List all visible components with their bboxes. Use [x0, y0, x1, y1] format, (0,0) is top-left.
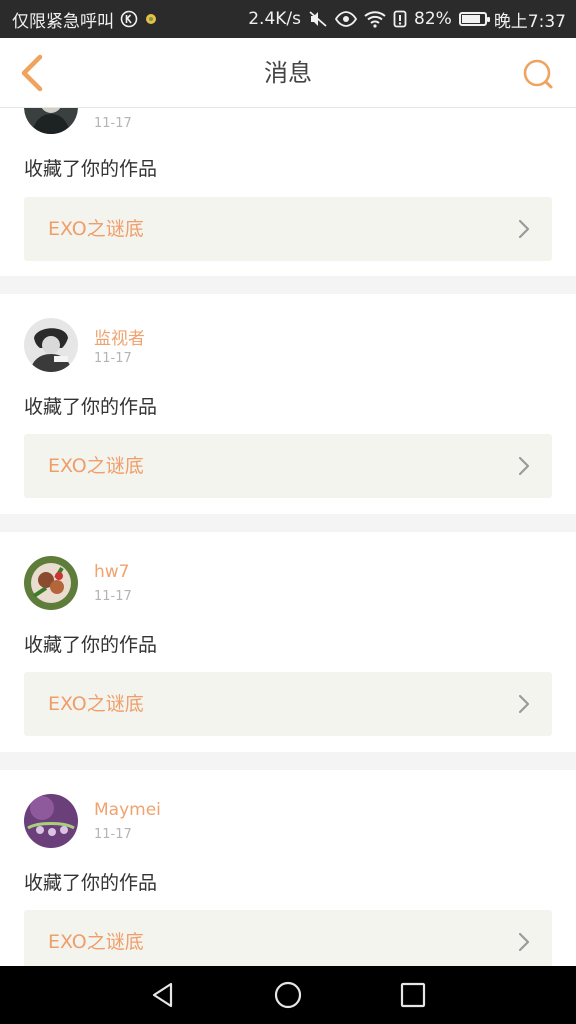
- grayscale-portrait-avatar: [24, 318, 78, 372]
- notification-dot-icon: [144, 12, 158, 26]
- food-plate-avatar: [24, 556, 78, 610]
- timestamp: 11-17: [94, 351, 132, 366]
- divider: [0, 514, 576, 532]
- app-header: 消息: [0, 38, 576, 108]
- work-link[interactable]: EXO之谜底: [24, 910, 552, 966]
- avatar[interactable]: [24, 318, 78, 372]
- dark-portrait-avatar: [24, 108, 78, 134]
- search-button[interactable]: [518, 54, 558, 94]
- k-circle-icon: [120, 10, 138, 28]
- avatar[interactable]: [24, 556, 78, 610]
- mute-icon: [308, 10, 328, 28]
- back-triangle-icon: [152, 982, 172, 1008]
- work-link[interactable]: EXO之谜底: [24, 672, 552, 736]
- username[interactable]: hw7: [94, 562, 130, 582]
- action-text: 收藏了你的作品: [24, 872, 158, 894]
- nav-home-button[interactable]: [263, 970, 313, 1020]
- carrier-text: 仅限紧急呼叫: [12, 11, 114, 32]
- work-title: EXO之谜底: [48, 218, 144, 240]
- list-item[interactable]: hw7 11-17 收藏了你的作品 EXO之谜底: [0, 532, 576, 752]
- alarm-icon: [393, 10, 407, 28]
- divider: [0, 276, 576, 294]
- search-icon: [523, 59, 553, 89]
- eye-icon: [335, 11, 358, 27]
- purple-droplet-avatar: [24, 794, 78, 848]
- avatar[interactable]: [24, 794, 78, 848]
- nav-recents-button[interactable]: [388, 970, 438, 1020]
- network-speed: 2.4K/s: [248, 9, 302, 29]
- username[interactable]: Maymei: [94, 800, 161, 820]
- battery-percent: 82%: [414, 9, 452, 29]
- chevron-right-icon: [518, 219, 530, 239]
- page-title: 消息: [264, 59, 312, 87]
- timestamp: 11-17: [94, 827, 132, 842]
- chevron-right-icon: [518, 932, 530, 952]
- action-text: 收藏了你的作品: [24, 158, 158, 180]
- status-bar: 仅限紧急呼叫 2.4K/s 82% 晚上7:37: [0, 0, 576, 38]
- system-nav-bar: [0, 966, 576, 1024]
- work-link[interactable]: EXO之谜底: [24, 197, 552, 261]
- action-text: 收藏了你的作品: [24, 634, 158, 656]
- work-title: EXO之谜底: [48, 693, 144, 715]
- nav-back-button[interactable]: [138, 970, 188, 1020]
- recents-square-icon: [401, 982, 426, 1008]
- avatar[interactable]: [24, 108, 78, 134]
- list-item[interactable]: 11-17 收藏了你的作品 EXO之谜底: [0, 108, 576, 276]
- work-title: EXO之谜底: [48, 455, 144, 477]
- home-circle-icon: [274, 981, 302, 1009]
- work-title: EXO之谜底: [48, 931, 144, 953]
- clock: 晚上7:37: [493, 11, 566, 32]
- battery-icon: [458, 12, 490, 26]
- action-text: 收藏了你的作品: [24, 396, 158, 418]
- chevron-right-icon: [518, 456, 530, 476]
- username[interactable]: 监视者: [94, 324, 145, 349]
- list-item[interactable]: 监视者 11-17 收藏了你的作品 EXO之谜底: [0, 294, 576, 514]
- timestamp: 11-17: [94, 589, 132, 604]
- wifi-icon: [364, 10, 386, 28]
- timestamp: 11-17: [94, 116, 132, 131]
- status-left: 仅限紧急呼叫: [12, 7, 158, 32]
- list-item[interactable]: Maymei 11-17 收藏了你的作品 EXO之谜底: [0, 770, 576, 966]
- chevron-right-icon: [518, 694, 530, 714]
- status-right: 2.4K/s 82% 晚上7:37: [248, 7, 566, 32]
- work-link[interactable]: EXO之谜底: [24, 434, 552, 498]
- divider: [0, 752, 576, 770]
- message-list[interactable]: 11-17 收藏了你的作品 EXO之谜底 监视者 11-17 收藏了你的作品 E…: [0, 108, 576, 966]
